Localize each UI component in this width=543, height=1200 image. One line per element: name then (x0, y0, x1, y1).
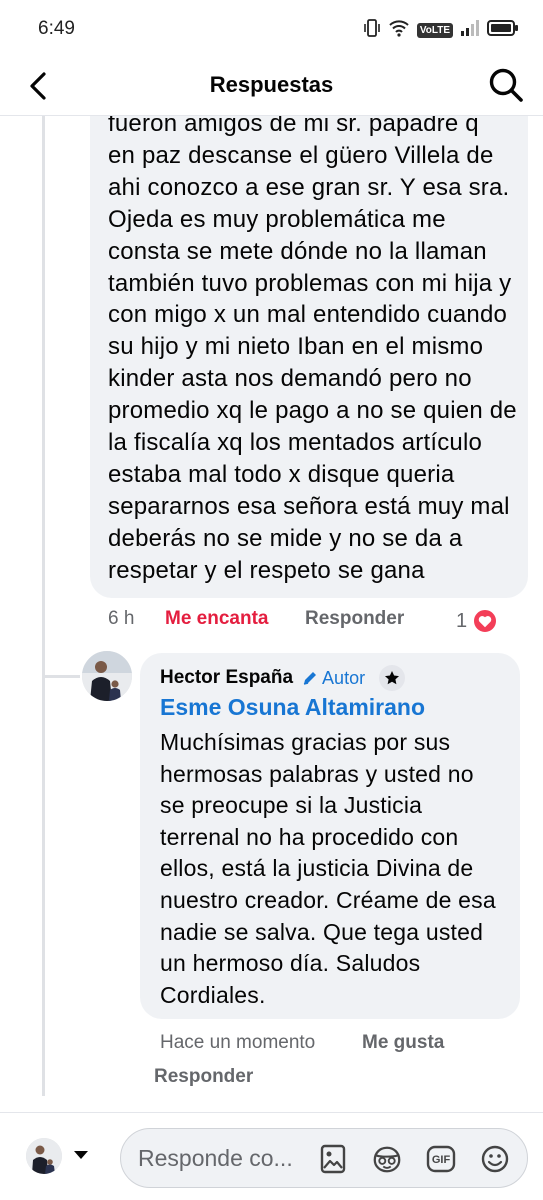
emoji-icon[interactable] (479, 1143, 511, 1175)
thread-line (42, 116, 45, 1096)
like-button[interactable]: Me gusta (362, 1032, 444, 1054)
signal-icon (460, 19, 480, 42)
pencil-icon (303, 672, 317, 685)
status-bar: 6:49 VoLTE (0, 0, 543, 58)
gif-label: GIF (431, 1153, 451, 1166)
composer-avatar[interactable] (26, 1138, 62, 1174)
reply-button[interactable]: Responder (305, 608, 404, 630)
search-icon (489, 68, 523, 102)
header: Respuestas (0, 58, 543, 116)
vibrate-icon (363, 18, 381, 43)
avatar[interactable] (82, 651, 132, 701)
reaction-count[interactable]: 1 (456, 610, 467, 633)
author-name[interactable]: Hector España (160, 667, 293, 689)
avatar-sticker-icon[interactable] (371, 1143, 403, 1175)
photo-icon[interactable] (317, 1143, 349, 1175)
volte-badge: VoLTE (416, 23, 453, 38)
composer-icons: GIF (317, 1143, 511, 1175)
page-title: Respuestas (209, 72, 334, 97)
status-icons: VoLTE (363, 18, 519, 43)
author-badge: Autor (302, 668, 365, 689)
comment-bubble[interactable]: fueron amigos de mi sr. papadre q en paz… (90, 116, 528, 598)
gif-icon[interactable]: GIF (425, 1143, 457, 1175)
chevron-down-icon[interactable] (74, 1151, 88, 1159)
reaction-button[interactable]: Me encanta (165, 608, 268, 630)
comment-text: fueron amigos de mi sr. papadre q en paz… (108, 116, 517, 584)
reply-bubble[interactable]: Hector España Autor Esme Osuna Altamiran… (140, 653, 520, 1019)
composer: Responde co... GIF (0, 1112, 543, 1200)
battery-icon (487, 19, 519, 42)
comment-meta: 6 h Me encanta Responder 1 (108, 608, 508, 634)
author-badge-label: Autor (322, 667, 366, 688)
heart-icon[interactable] (472, 608, 498, 634)
search-button[interactable] (485, 64, 527, 106)
mention-link[interactable]: Esme Osuna Altamirano (160, 694, 425, 721)
thread-branch (42, 675, 80, 678)
status-time: 6:49 (38, 18, 75, 39)
reply-input[interactable]: Responde co... GIF (120, 1128, 528, 1188)
star-icon (379, 665, 406, 691)
comment-time: 6 h (108, 608, 135, 629)
wifi-icon (388, 19, 410, 42)
author-row: Hector España Autor (160, 665, 406, 691)
reply-reply-button[interactable]: Responder (154, 1066, 253, 1088)
reply-time: Hace un momento (160, 1032, 316, 1053)
reply-text: Muchísimas gracias por sus hermosas pala… (160, 729, 496, 1008)
reply-input-placeholder: Responde co... (138, 1145, 293, 1171)
